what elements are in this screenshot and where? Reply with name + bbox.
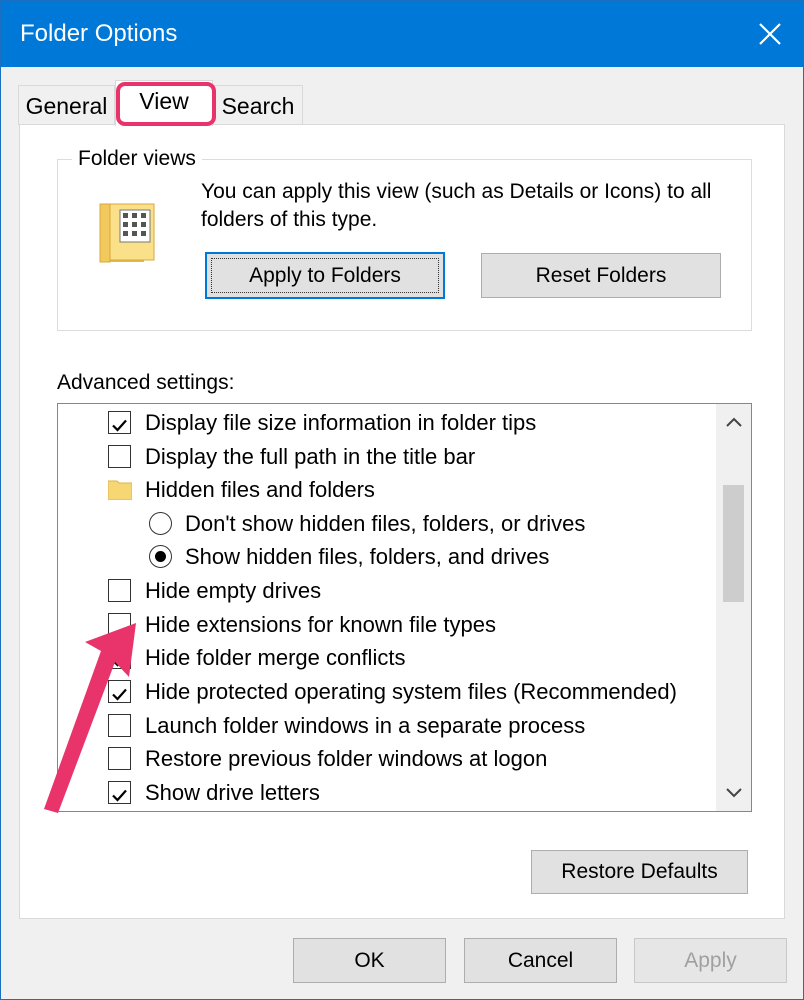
tab-view[interactable]: View <box>115 80 213 126</box>
setting-show-drive-letters[interactable]: Show drive letters <box>58 776 708 809</box>
setting-label: Show drive letters <box>145 780 320 805</box>
apply-label: Apply <box>684 948 737 972</box>
setting-label: Launch folder windows in a separate proc… <box>145 713 586 738</box>
reset-folders-label: Reset Folders <box>535 263 667 287</box>
reset-folders-button[interactable]: Reset Folders <box>481 253 721 298</box>
folder-options-dialog: Folder Options General View Search Folde… <box>0 0 804 1000</box>
setting-label: Hide empty drives <box>145 578 322 603</box>
cancel-label: Cancel <box>507 948 574 972</box>
vertical-scrollbar[interactable] <box>716 404 751 811</box>
radio-dot <box>155 551 166 562</box>
checkbox-unchecked[interactable] <box>108 445 131 468</box>
setting-display-file-size-tips[interactable]: Display file size information in folder … <box>58 406 708 439</box>
setting-hidden-files-folder: Hidden files and folders <box>58 473 708 506</box>
tab-general[interactable]: General <box>18 85 115 125</box>
title-bar: Folder Options <box>1 1 803 67</box>
setting-dont-show-hidden[interactable]: Don't show hidden files, folders, or dri… <box>58 507 708 540</box>
setting-label: Hide extensions for known file types <box>145 612 496 637</box>
cancel-button[interactable]: Cancel <box>464 938 617 983</box>
tab-general-label: General <box>25 93 108 119</box>
radio-selected[interactable] <box>149 545 172 568</box>
setting-hide-protected-os-files[interactable]: Hide protected operating system files (R… <box>58 675 708 708</box>
apply-button[interactable]: Apply <box>634 938 787 983</box>
check-icon <box>112 688 127 701</box>
checkbox-checked[interactable] <box>108 646 131 669</box>
folder-views-group: Folder views You can apply this view (su… <box>57 146 752 331</box>
setting-label: Don't show hidden files, folders, or dri… <box>185 511 586 536</box>
scroll-down-icon <box>725 788 742 798</box>
checkbox-checked[interactable] <box>108 781 131 804</box>
setting-label: Hide protected operating system files (R… <box>145 679 677 704</box>
radio-unselected[interactable] <box>149 512 172 535</box>
checkbox-checked[interactable] <box>108 680 131 703</box>
ok-label: OK <box>354 948 385 972</box>
setting-launch-separate-process[interactable]: Launch folder windows in a separate proc… <box>58 709 708 742</box>
close-button[interactable] <box>737 1 803 67</box>
setting-hide-empty-drives[interactable]: Hide empty drives <box>58 574 708 607</box>
setting-show-hidden[interactable]: Show hidden files, folders, and drives <box>58 540 708 573</box>
setting-label: Display file size information in folder … <box>145 410 537 435</box>
checkbox-unchecked[interactable] <box>108 579 131 602</box>
tab-search[interactable]: Search <box>213 85 303 125</box>
check-icon <box>112 789 127 802</box>
setting-hide-merge-conflicts[interactable]: Hide folder merge conflicts <box>58 641 708 674</box>
close-icon <box>759 23 781 45</box>
checkbox-checked[interactable] <box>108 411 131 434</box>
scrollbar-thumb[interactable] <box>723 485 744 602</box>
check-icon <box>112 654 127 667</box>
setting-label: Display the full path in the title bar <box>145 444 476 469</box>
setting-label: Hide folder merge conflicts <box>145 645 406 670</box>
tab-bar: General View Search <box>1 67 803 126</box>
view-tab-panel: Folder views You can apply this view (su… <box>19 124 785 919</box>
restore-defaults-label: Restore Defaults <box>561 860 718 883</box>
folder-views-icon <box>99 203 155 263</box>
setting-label: Show hidden files, folders, and drives <box>185 544 550 569</box>
checkbox-unchecked[interactable] <box>108 613 131 636</box>
setting-restore-previous-windows[interactable]: Restore previous folder windows at logon <box>58 742 708 775</box>
apply-to-folders-button[interactable]: Apply to Folders <box>205 252 445 299</box>
advanced-settings-label: Advanced settings: <box>57 371 235 394</box>
scroll-down-button[interactable] <box>716 775 751 811</box>
tab-search-label: Search <box>221 93 295 119</box>
apply-to-folders-label: Apply to Folders <box>249 263 401 287</box>
folder-icon <box>108 480 132 500</box>
scroll-up-icon <box>725 417 742 427</box>
setting-label: Hidden files and folders <box>145 477 375 502</box>
tab-view-label: View <box>139 88 189 114</box>
checkbox-unchecked[interactable] <box>108 714 131 737</box>
folder-views-description: You can apply this view (such as Details… <box>201 180 712 231</box>
folder-views-label: Folder views <box>72 146 202 172</box>
restore-defaults-button[interactable]: Restore Defaults <box>531 850 748 894</box>
setting-label: Restore previous folder windows at logon <box>145 746 548 771</box>
checkbox-unchecked[interactable] <box>108 747 131 770</box>
setting-hide-extensions[interactable]: Hide extensions for known file types <box>58 608 708 641</box>
scroll-up-button[interactable] <box>716 404 751 440</box>
window-title: Folder Options <box>20 20 178 47</box>
check-icon <box>112 419 127 432</box>
setting-display-full-path[interactable]: Display the full path in the title bar <box>58 440 708 473</box>
advanced-settings-list[interactable]: Display file size information in folder … <box>57 403 752 812</box>
ok-button[interactable]: OK <box>293 938 446 983</box>
